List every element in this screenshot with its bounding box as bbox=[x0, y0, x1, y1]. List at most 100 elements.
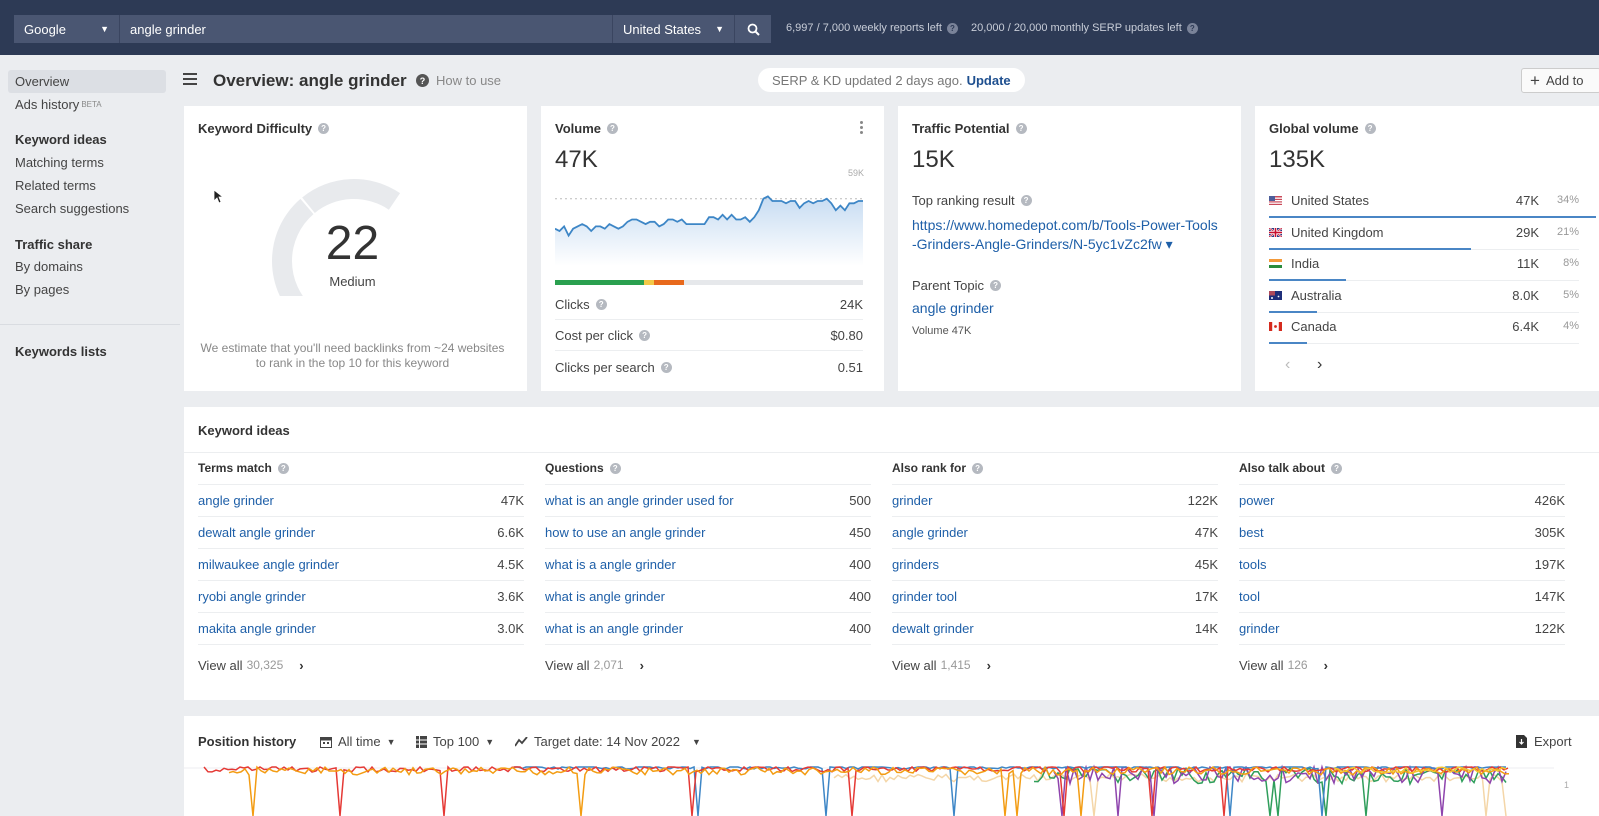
view-all-link[interactable]: View all 2,071 › bbox=[545, 645, 871, 685]
target-date-dropdown[interactable]: Target date: 14 Nov 2022 ▼ bbox=[515, 734, 701, 749]
country-row[interactable]: Australia 8.0K 5% bbox=[1269, 281, 1579, 313]
keyword-link[interactable]: what is a angle grinder bbox=[545, 557, 676, 572]
us-flag-icon bbox=[1269, 196, 1282, 205]
country-volume: 29K bbox=[1515, 224, 1539, 240]
sidebar-item-related-terms[interactable]: Related terms bbox=[8, 174, 166, 197]
column-header: Terms match? bbox=[198, 452, 524, 485]
search-engine-select[interactable]: Google ▼ bbox=[14, 15, 120, 43]
chevron-down-icon: ▼ bbox=[100, 24, 109, 34]
update-link[interactable]: Update bbox=[967, 73, 1011, 88]
country-select[interactable]: United States ▼ bbox=[613, 15, 735, 43]
add-to-button[interactable]: + Add to bbox=[1521, 68, 1599, 93]
keyword-link[interactable]: makita angle grinder bbox=[198, 621, 316, 636]
gv-title: Global volume? bbox=[1269, 121, 1376, 136]
keyword-link[interactable]: milwaukee angle grinder bbox=[198, 557, 339, 572]
export-button[interactable]: Export bbox=[1516, 734, 1572, 749]
help-icon[interactable]: ? bbox=[1020, 195, 1032, 206]
country-row[interactable]: Canada 6.4K 4% bbox=[1269, 312, 1579, 344]
top-dropdown[interactable]: Top 100 ▼ bbox=[416, 734, 494, 749]
gauge-track-segment bbox=[302, 179, 401, 213]
sidebar-item-label: Search suggestions bbox=[15, 201, 130, 216]
keyword-link[interactable]: grinder bbox=[892, 493, 932, 508]
keyword-row: tool 147K bbox=[1239, 581, 1565, 613]
country-row[interactable]: United Kingdom 29K 21% bbox=[1269, 218, 1579, 250]
help-icon[interactable]: ? bbox=[607, 123, 618, 134]
au-flag-icon bbox=[1269, 290, 1282, 300]
help-icon[interactable]: ? bbox=[639, 329, 651, 341]
sidebar-item-label: Overview bbox=[15, 74, 70, 89]
help-icon[interactable]: ? bbox=[1364, 123, 1376, 134]
uk-flag-icon bbox=[1269, 227, 1282, 237]
sidebar-item-overview[interactable]: Overview bbox=[8, 70, 166, 93]
view-all-link[interactable]: View all 30,325 › bbox=[198, 645, 524, 685]
keyword-link[interactable]: grinder bbox=[1239, 621, 1279, 636]
help-icon[interactable]: ? bbox=[1015, 123, 1027, 134]
keyword-volume: 500 bbox=[849, 493, 871, 508]
parent-topic-link[interactable]: angle grinder bbox=[912, 300, 994, 316]
help-icon[interactable]: ? bbox=[1186, 22, 1198, 34]
keyword-link[interactable]: grinders bbox=[892, 557, 939, 572]
keyword-link[interactable]: power bbox=[1239, 493, 1274, 508]
parent-topic-label: Parent Topic? bbox=[912, 278, 1002, 293]
help-icon[interactable]: ? bbox=[1331, 462, 1343, 474]
next-page-icon[interactable]: › bbox=[1317, 356, 1322, 374]
keyword-link[interactable]: what is an angle grinder used for bbox=[545, 493, 734, 508]
search-button[interactable] bbox=[735, 15, 771, 43]
country-row[interactable]: United States 47K 34% bbox=[1269, 186, 1596, 218]
keyword-link[interactable]: ryobi angle grinder bbox=[198, 589, 306, 604]
kd-note: We estimate that you'll need backlinks f… bbox=[184, 341, 521, 371]
help-icon[interactable]: ? bbox=[660, 362, 672, 373]
kd-title: Keyword Difficulty? bbox=[198, 121, 330, 136]
keyword-link[interactable]: angle grinder bbox=[198, 493, 274, 508]
how-to-use-link[interactable]: ? How to use bbox=[416, 73, 501, 88]
keyword-link[interactable]: what is angle grinder bbox=[545, 589, 665, 604]
column-title: Also talk about bbox=[1239, 461, 1326, 475]
period-dropdown[interactable]: All time ▼ bbox=[320, 734, 396, 749]
view-all-link[interactable]: View all 1,415 › bbox=[892, 645, 1218, 685]
update-status-text: SERP & KD updated 2 days ago. bbox=[772, 72, 963, 88]
column-title: Also rank for bbox=[892, 461, 967, 475]
sidebar-item-by-domains[interactable]: By domains bbox=[8, 255, 166, 278]
keyword-link[interactable]: how to use an angle grinder bbox=[545, 525, 705, 540]
keyword-input[interactable]: angle grinder bbox=[120, 15, 613, 43]
keyword-link[interactable]: what is an angle grinder bbox=[545, 621, 683, 636]
keyword-link[interactable]: tools bbox=[1239, 557, 1266, 572]
mouse-cursor-icon bbox=[214, 190, 224, 204]
help-icon[interactable]: ? bbox=[946, 22, 958, 34]
trend-line-icon bbox=[515, 736, 528, 746]
keyword-link[interactable]: angle grinder bbox=[892, 525, 968, 540]
top-ranking-url[interactable]: https://www.homedepot.com/b/Tools-Power-… bbox=[912, 216, 1222, 254]
sidebar-item-keywords-lists[interactable]: Keywords lists bbox=[15, 344, 107, 359]
menu-icon[interactable] bbox=[183, 73, 197, 85]
view-all-link[interactable]: View all 126 › bbox=[1239, 645, 1565, 685]
sidebar-item-matching-terms[interactable]: Matching terms bbox=[8, 151, 166, 174]
country-row[interactable]: India 11K 8% bbox=[1269, 249, 1579, 281]
keyword-link[interactable]: dewalt angle grinder bbox=[198, 525, 315, 540]
help-icon[interactable]: ? bbox=[595, 298, 607, 310]
chevron-down-icon: ▼ bbox=[386, 736, 396, 747]
sidebar-divider bbox=[0, 324, 180, 325]
weekly-reports-quota: 6,997 / 7,000 weekly reports left ? bbox=[786, 22, 958, 34]
top-value: Top 100 bbox=[433, 734, 480, 749]
column-title: Questions bbox=[545, 461, 604, 475]
help-icon[interactable]: ? bbox=[609, 462, 621, 474]
help-icon[interactable]: ? bbox=[990, 280, 1002, 291]
more-options-icon[interactable] bbox=[860, 121, 864, 136]
keyword-volume: 400 bbox=[849, 557, 871, 572]
country-name: United Kingdom bbox=[1291, 224, 1384, 240]
sidebar-item-search-suggestions[interactable]: Search suggestions bbox=[8, 197, 166, 220]
keyword-difficulty-card: Keyword Difficulty? 22 Medium We estimat… bbox=[184, 106, 527, 391]
keyword-link[interactable]: dewalt grinder bbox=[892, 621, 974, 636]
keyword-link[interactable]: grinder tool bbox=[892, 589, 957, 604]
help-icon[interactable]: ? bbox=[972, 462, 984, 474]
top-bar: Google ▼ angle grinder United States ▼ 6… bbox=[0, 0, 1599, 55]
sidebar-item-ads-history[interactable]: Ads history BETA bbox=[8, 93, 166, 116]
help-icon[interactable]: ? bbox=[318, 123, 330, 134]
help-icon[interactable]: ? bbox=[277, 462, 289, 474]
label: Parent Topic bbox=[912, 278, 985, 293]
tp-title: Traffic Potential? bbox=[912, 121, 1027, 136]
keyword-link[interactable]: tool bbox=[1239, 589, 1260, 604]
prev-page-icon[interactable]: ‹ bbox=[1285, 356, 1290, 374]
keyword-link[interactable]: best bbox=[1239, 525, 1264, 540]
sidebar-item-by-pages[interactable]: By pages bbox=[8, 278, 166, 301]
